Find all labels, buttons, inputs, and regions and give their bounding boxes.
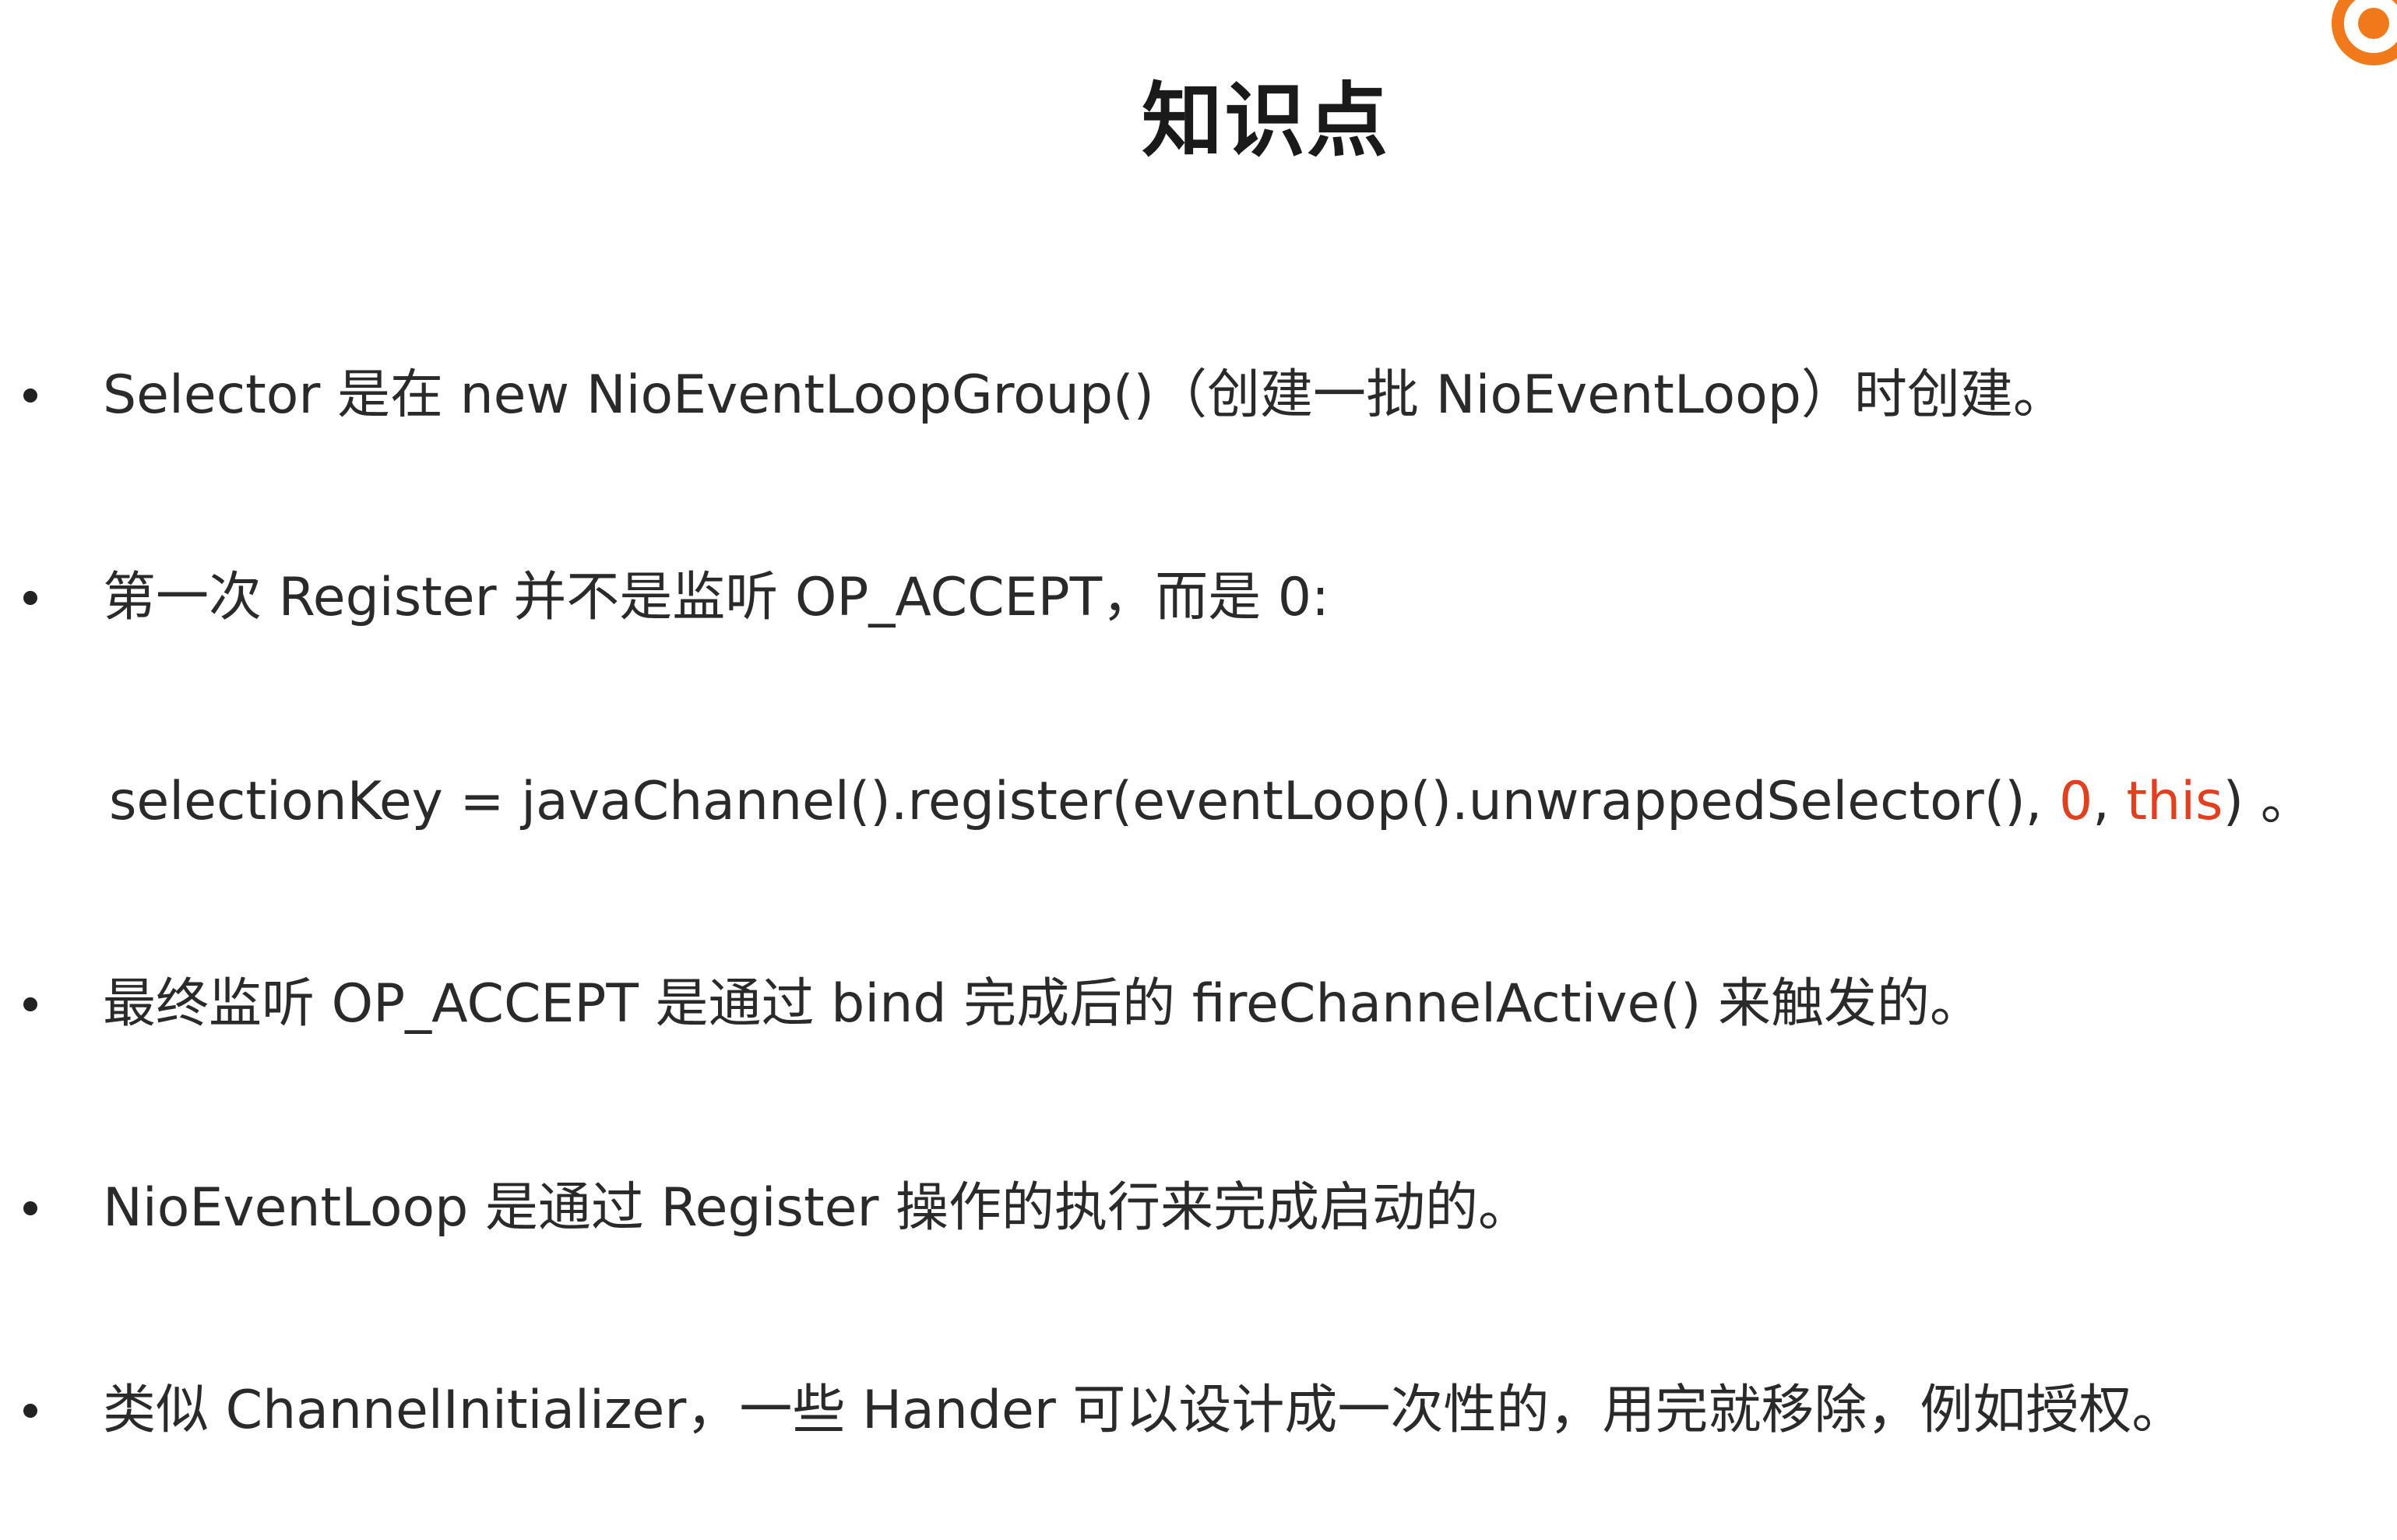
code-suffix: ) 。 [2223, 771, 2314, 832]
code-zero: 0 [2059, 771, 2093, 832]
code-text: selectionKey = javaChannel().register(ev… [109, 771, 2314, 833]
code-prefix: selectionKey = javaChannel().register(ev… [109, 771, 2060, 832]
bullet-text: 第一次 Register 并不是监听 OP_ACCEPT，而是 0: [103, 567, 1329, 628]
bullet-list: Selector 是在 new NioEventLoopGroup()（创建一批… [0, 0, 2397, 1540]
bullet-dot-icon [23, 1201, 37, 1215]
bullet-text: 类似 ChannelInitializer，一些 Hander 可以设计成一次性… [103, 1380, 2185, 1441]
code-this-keyword: this [2126, 771, 2223, 832]
bullet-text: Selector 是在 new NioEventLoopGroup()（创建一批… [103, 364, 2066, 426]
bullet-dot-icon [23, 1404, 37, 1418]
bullet-text: 最终监听 OP_ACCEPT 是通过 bind 完成后的 fireChannel… [103, 973, 1983, 1035]
bullet-dot-icon [23, 997, 37, 1011]
bullet-text: NioEventLoop 是通过 Register 操作的执行来完成启动的。 [103, 1177, 1532, 1239]
bullet-dot-icon [23, 591, 37, 605]
code-comma: , [2093, 771, 2127, 832]
bullet-dot-icon [23, 389, 37, 403]
slide: 知识点 Selector 是在 new NioEventLoopGroup()（… [0, 0, 2397, 1540]
